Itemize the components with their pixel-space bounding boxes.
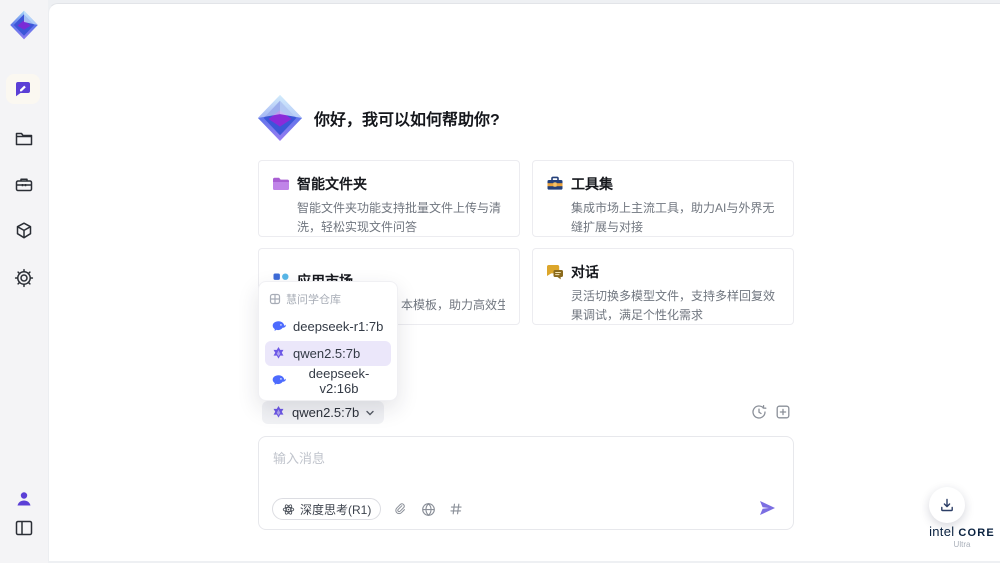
account-icon	[17, 492, 31, 506]
dropdown-item-deepseek-v2[interactable]: deepseek-v2:16b	[265, 366, 391, 396]
ultra-wordmark: Ultra	[953, 540, 971, 549]
qwen-icon	[273, 347, 284, 359]
intel-wordmark: intel	[929, 524, 955, 539]
deep-think-label: 深度思考(R1)	[300, 502, 372, 517]
card-description: 智能文件夹功能支持批量文件上传与清洗，轻松实现文件问答	[297, 201, 502, 234]
model-dropdown-menu: 慧问学仓库 deepseek-r1:7b qwen2.5:7b deepseek…	[258, 281, 398, 401]
gear-icon	[14, 268, 34, 288]
card-description: 集成市场上主流工具，助力AI与外界无缝扩展与对接	[571, 201, 775, 234]
dropdown-item-deepseek-r1[interactable]: deepseek-r1:7b	[265, 314, 391, 339]
message-input-box: 输入消息 深度思考(R1)	[258, 436, 794, 530]
model-selector[interactable]: qwen2.5:7b	[262, 401, 385, 424]
sidebar-item-chat[interactable]	[6, 74, 40, 104]
sidebar-item-toolbox[interactable]	[14, 175, 34, 195]
card-toolset[interactable]: 工具集 集成市场上主流工具，助力AI与外界无缝扩展与对接	[532, 160, 794, 237]
sidebar	[0, 0, 48, 563]
send-button[interactable]	[757, 498, 777, 518]
sidebar-item-models[interactable]	[14, 221, 34, 241]
card-description-partial: 本模板，助力高效生成多	[401, 298, 505, 313]
app-logo-icon	[10, 10, 38, 40]
chevron-down-icon	[366, 410, 374, 415]
toolbox-icon	[15, 178, 33, 192]
card-description: 灵活切换多模型文件，支持多样回复效果调试，满足个性化需求	[571, 289, 776, 322]
send-icon	[760, 501, 775, 515]
attach-file-button[interactable]	[393, 501, 409, 517]
qwen-icon	[273, 406, 284, 418]
history-icon	[752, 404, 767, 419]
deepseek-whale-icon	[272, 321, 286, 331]
app-logo	[9, 10, 39, 40]
card-smart-folder[interactable]: 智能文件夹 智能文件夹功能支持批量文件上传与清洗，轻松实现文件问答	[258, 160, 520, 237]
repository-icon	[269, 293, 281, 305]
download-icon	[941, 498, 953, 512]
card-title: 智能文件夹	[297, 176, 367, 192]
history-button[interactable]	[751, 404, 767, 420]
core-wordmark: CORE	[958, 527, 995, 539]
deep-think-toggle[interactable]: 深度思考(R1)	[272, 498, 382, 520]
greeting-logo-icon	[257, 94, 303, 142]
dropdown-item-qwen[interactable]: qwen2.5:7b	[265, 341, 391, 366]
input-toolbar: 深度思考(R1)	[272, 498, 465, 520]
intel-core-badge: intel CORE Ultra	[920, 524, 1000, 549]
sidebar-item-panel-toggle[interactable]	[14, 518, 34, 538]
purple-folder-icon	[273, 177, 289, 190]
hash-icon	[450, 503, 462, 515]
new-chat-icon	[776, 405, 790, 419]
folder-icon	[15, 132, 33, 146]
paperclip-icon	[395, 502, 406, 514]
panel-icon	[15, 520, 33, 536]
download-fab[interactable]	[929, 487, 965, 523]
deepseek-whale-icon	[272, 375, 286, 385]
chat-icon	[16, 82, 30, 97]
cube-icon	[16, 222, 32, 239]
greeting-text: 你好，我可以如何帮助你?	[314, 112, 500, 129]
sidebar-item-settings[interactable]	[13, 267, 35, 289]
atom-icon	[282, 503, 295, 515]
message-input[interactable]: 输入消息	[259, 437, 793, 478]
sidebar-item-folders[interactable]	[14, 129, 34, 149]
card-title: 对话	[571, 264, 599, 280]
greeting: 你好，我可以如何帮助你?	[256, 94, 500, 142]
model-selector-value: qwen2.5:7b	[292, 405, 360, 420]
web-search-button[interactable]	[421, 501, 437, 517]
sidebar-item-account[interactable]	[15, 490, 33, 508]
new-chat-button[interactable]	[775, 404, 791, 420]
card-dialogue[interactable]: 对话 灵活切换多模型文件，支持多样回复效果调试，满足个性化需求	[532, 248, 794, 325]
chat-bubbles-icon	[547, 265, 563, 280]
globe-icon	[422, 502, 436, 516]
model-repository-label: 慧问学仓库	[265, 287, 391, 312]
prompt-library-button[interactable]	[449, 501, 465, 517]
card-title: 工具集	[571, 176, 613, 192]
toolbox-color-icon	[547, 176, 563, 190]
